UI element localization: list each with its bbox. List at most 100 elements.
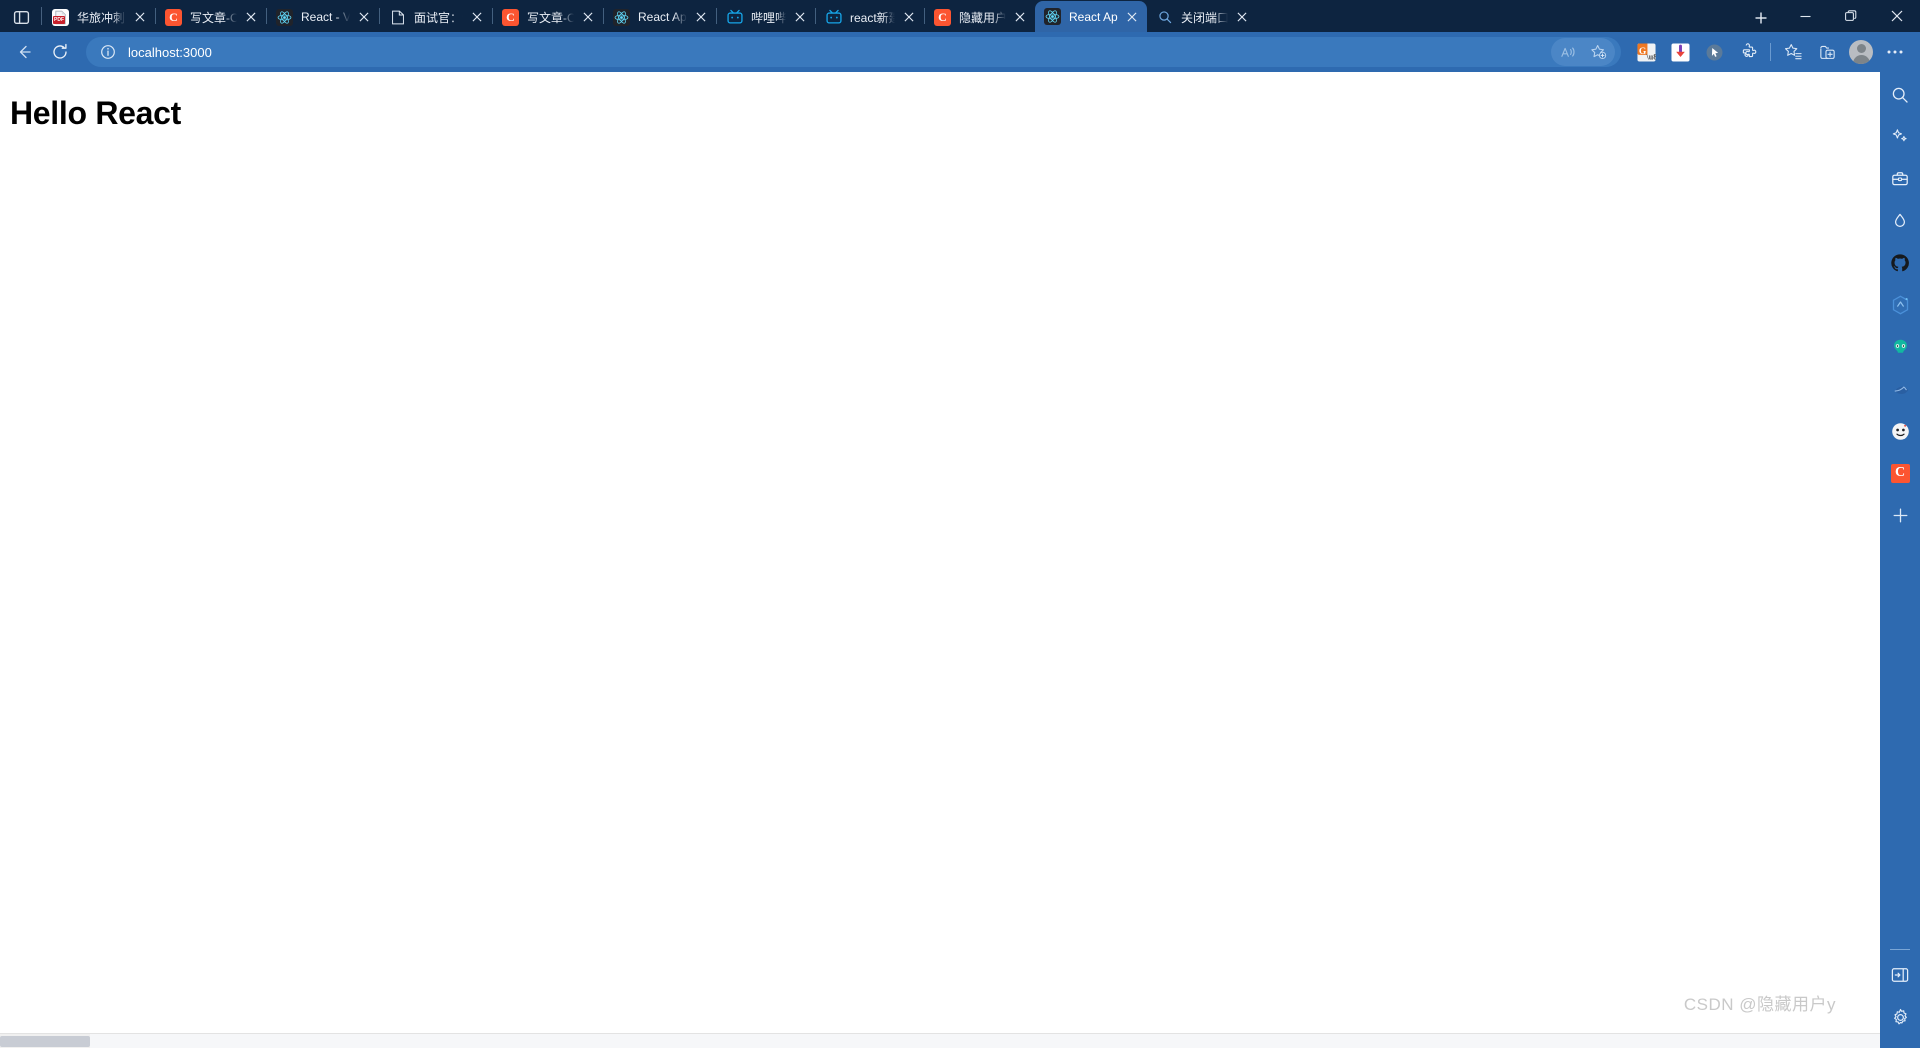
- doc-favicon-icon: [389, 9, 406, 26]
- tab-close-button[interactable]: [578, 7, 598, 27]
- github-icon[interactable]: [1883, 246, 1917, 280]
- add-sidebar-app-icon[interactable]: [1883, 498, 1917, 532]
- refresh-button[interactable]: [42, 36, 78, 68]
- window-controls: [1782, 0, 1920, 32]
- react-favicon-icon: [276, 8, 293, 26]
- favorites-icon[interactable]: [1776, 36, 1810, 68]
- download-extension-icon[interactable]: [1663, 36, 1697, 68]
- page-viewport: Hello React CSDN @隐藏用户y: [0, 72, 1880, 1048]
- sidebar-divider: [1890, 949, 1910, 950]
- horizontal-scrollbar[interactable]: [0, 1033, 1880, 1048]
- tab-close-button[interactable]: [354, 7, 374, 27]
- add-favorite-icon[interactable]: [1583, 39, 1613, 65]
- teal-app-icon[interactable]: [1883, 330, 1917, 364]
- tab-5[interactable]: React App: [604, 2, 716, 32]
- tab-close-button[interactable]: [130, 7, 150, 27]
- csdn-watermark: CSDN @隐藏用户y: [1683, 995, 1836, 1014]
- csdn-favicon-icon: C: [165, 8, 182, 26]
- avatar: [1849, 40, 1873, 64]
- back-button[interactable]: [6, 36, 42, 68]
- site-information-icon[interactable]: [98, 42, 118, 62]
- tab-title: React - Versions: [301, 10, 350, 24]
- svg-text:PDF: PDF: [55, 16, 64, 21]
- tab-strip-divider: [41, 7, 42, 25]
- tab-title: 写文章-CSDN创: [527, 10, 574, 25]
- extensions-puzzle-icon[interactable]: [1731, 36, 1765, 68]
- address-bar-actions: [1551, 38, 1615, 66]
- page-title: Hello React: [10, 95, 181, 131]
- sidebar-bottom-group: [1883, 945, 1917, 1048]
- tab-title: 哔哩哔哩 ( ゜- ゜): [751, 10, 786, 25]
- tab-6[interactable]: 哔哩哔哩 ( ゜- ゜): [717, 2, 815, 32]
- tab-2[interactable]: React - Versions: [267, 2, 379, 32]
- search-favicon-icon: [1156, 9, 1173, 26]
- tab-title: React App: [1069, 9, 1118, 24]
- tab-title: 面试官：说说 React: [414, 10, 463, 25]
- tab-1[interactable]: C 写文章-CSDN创: [156, 2, 266, 32]
- csdn-icon-label: C: [1890, 463, 1910, 483]
- tab-actions-button[interactable]: [2, 2, 40, 32]
- tab-title: 关闭端口的 - 搜: [1181, 10, 1228, 25]
- tab-strip: PDF 华旅冲刺1-10答 C 写文章-CSDN创 React - Versions 面试…: [0, 0, 1920, 32]
- address-bar-text[interactable]: localhost:3000: [128, 45, 1551, 60]
- collections-icon[interactable]: [1810, 36, 1844, 68]
- read-aloud-icon[interactable]: [1553, 39, 1583, 65]
- settings-gear-icon[interactable]: [1883, 1000, 1917, 1034]
- tab-close-button[interactable]: [1122, 7, 1142, 27]
- smiley-icon[interactable]: [1883, 414, 1917, 448]
- tab-title: 隐藏用户y的博客: [959, 10, 1006, 25]
- tab-close-button[interactable]: [691, 7, 711, 27]
- horizontal-scrollbar-track[interactable]: [90, 1034, 1880, 1048]
- web-page-content: Hello React CSDN @隐藏用户y: [0, 72, 1880, 1033]
- horizontal-scrollbar-thumb[interactable]: [0, 1036, 90, 1047]
- tab-title: 写文章-CSDN创: [190, 10, 237, 25]
- maximize-restore-button[interactable]: [1828, 0, 1874, 32]
- tab-title: react新建项目运: [850, 10, 895, 25]
- csdn-icon[interactable]: C: [1883, 456, 1917, 490]
- bili-favicon-icon: [726, 9, 743, 26]
- tab-close-button[interactable]: [467, 7, 487, 27]
- edge-sidebar: C: [1880, 72, 1920, 1048]
- tab-close-button[interactable]: [790, 7, 810, 27]
- tab-4[interactable]: C 写文章-CSDN创: [493, 2, 603, 32]
- tab-0[interactable]: PDF 华旅冲刺1-10答: [43, 2, 155, 32]
- tab-close-button[interactable]: [241, 7, 261, 27]
- minimize-button[interactable]: [1782, 0, 1828, 32]
- google-translate-extension-icon[interactable]: G \u8bd1: [1629, 36, 1663, 68]
- copilot-sparkle-icon[interactable]: [1883, 120, 1917, 154]
- settings-and-more-button[interactable]: [1878, 36, 1912, 68]
- browser-window: PDF 华旅冲刺1-10答 C 写文章-CSDN创 React - Versions 面试…: [0, 0, 1920, 1048]
- tab-9[interactable]: React App: [1035, 1, 1147, 32]
- hexagon-app-icon[interactable]: [1883, 288, 1917, 322]
- toggle-sidebar-icon[interactable]: [1883, 958, 1917, 992]
- browser-body: Hello React CSDN @隐藏用户y C: [0, 72, 1920, 1048]
- new-tab-button[interactable]: [1746, 4, 1776, 32]
- csdn-favicon-icon: C: [502, 8, 519, 26]
- tools-briefcase-icon[interactable]: [1883, 162, 1917, 196]
- toolbar-divider: [1770, 43, 1771, 61]
- drop-notification-icon[interactable]: [1883, 204, 1917, 238]
- react-favicon-icon: [1044, 8, 1061, 25]
- tab-close-button[interactable]: [1010, 7, 1030, 27]
- moon-icon[interactable]: [1883, 372, 1917, 406]
- tab-title: 华旅冲刺1-10答: [77, 10, 126, 25]
- address-bar[interactable]: localhost:3000: [86, 37, 1621, 67]
- profile-avatar[interactable]: [1844, 35, 1878, 69]
- tab-3[interactable]: 面试官：说说 React: [380, 2, 492, 32]
- tab-title: React App: [638, 10, 687, 24]
- bili-favicon-icon: [825, 9, 842, 26]
- toolbar-right-actions: G \u8bd1: [1629, 35, 1912, 69]
- browser-toolbar: localhost:3000 G \u: [0, 32, 1920, 72]
- tab-list: PDF 华旅冲刺1-10答 C 写文章-CSDN创 React - Versions 面试…: [43, 0, 1746, 32]
- close-window-button[interactable]: [1874, 0, 1920, 32]
- tab-8[interactable]: C 隐藏用户y的博客: [925, 2, 1035, 32]
- tab-close-button[interactable]: [1232, 7, 1252, 27]
- tab-7[interactable]: react新建项目运: [816, 2, 924, 32]
- csdn-favicon-icon: C: [934, 8, 951, 26]
- cursor-extension-icon[interactable]: [1697, 36, 1731, 68]
- pdf-favicon-icon: PDF: [52, 8, 69, 26]
- search-icon[interactable]: [1883, 78, 1917, 112]
- tab-close-button[interactable]: [899, 7, 919, 27]
- svg-text:\u8bd1: \u8bd1: [1645, 52, 1656, 61]
- tab-10[interactable]: 关闭端口的 - 搜: [1147, 2, 1257, 32]
